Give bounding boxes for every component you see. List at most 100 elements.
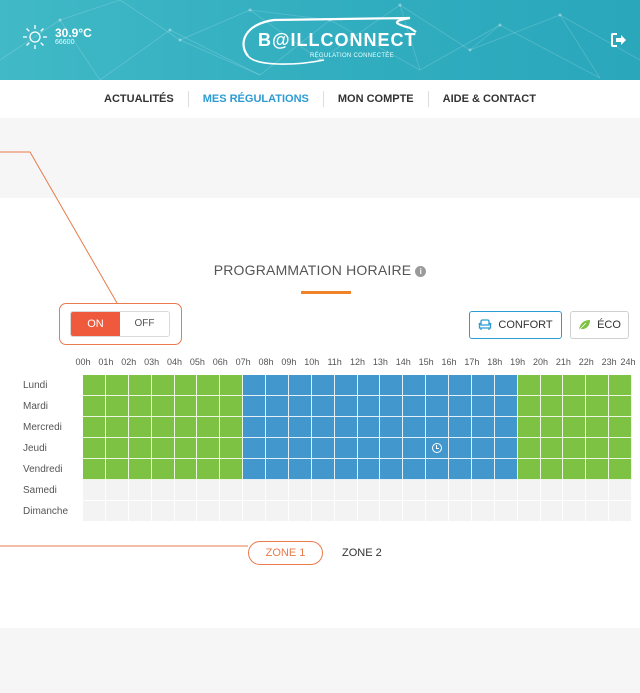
schedule-cell[interactable] — [334, 480, 358, 501]
schedule-cell[interactable] — [266, 480, 289, 501]
schedule-cell[interactable] — [403, 396, 427, 417]
schedule-cell[interactable] — [609, 501, 632, 522]
schedule-cell[interactable] — [471, 396, 495, 417]
schedule-cell[interactable] — [105, 480, 129, 501]
schedule-cell[interactable] — [174, 396, 198, 417]
schedule-cell[interactable] — [540, 396, 564, 417]
schedule-cell[interactable] — [83, 396, 106, 417]
schedule-cell[interactable] — [449, 417, 472, 438]
schedule-cell[interactable] — [586, 438, 610, 459]
schedule-cell[interactable] — [288, 438, 312, 459]
schedule-cell[interactable] — [266, 459, 289, 480]
schedule-cell[interactable] — [517, 438, 541, 459]
schedule-cell[interactable] — [380, 459, 404, 480]
schedule-grid[interactable] — [83, 375, 632, 522]
schedule-cell[interactable] — [151, 438, 175, 459]
nav-item-mon-compte[interactable]: MON COMPTE — [324, 93, 428, 105]
schedule-cell[interactable] — [174, 438, 198, 459]
schedule-cell[interactable] — [288, 396, 312, 417]
schedule-cell[interactable] — [449, 480, 472, 501]
schedule-cell[interactable] — [609, 438, 632, 459]
schedule-cell[interactable] — [357, 417, 381, 438]
schedule-cell[interactable] — [380, 417, 404, 438]
schedule-cell[interactable] — [426, 480, 449, 501]
schedule-cell[interactable] — [174, 417, 198, 438]
schedule-cell[interactable] — [151, 417, 175, 438]
schedule-cell[interactable] — [540, 417, 564, 438]
schedule-cell[interactable] — [426, 396, 449, 417]
schedule-cell[interactable] — [288, 501, 312, 522]
schedule-cell[interactable] — [288, 417, 312, 438]
schedule-cell[interactable] — [449, 396, 472, 417]
schedule-cell[interactable] — [83, 375, 106, 396]
schedule-cell[interactable] — [540, 459, 564, 480]
schedule-cell[interactable] — [243, 438, 266, 459]
schedule-cell[interactable] — [197, 459, 221, 480]
tab-zone-1[interactable]: ZONE 1 — [248, 541, 323, 565]
schedule-cell[interactable] — [105, 438, 129, 459]
schedule-cell[interactable] — [357, 480, 381, 501]
schedule-cell[interactable] — [128, 396, 152, 417]
schedule-cell[interactable] — [540, 375, 564, 396]
schedule-cell[interactable] — [220, 480, 244, 501]
schedule-cell[interactable] — [83, 417, 106, 438]
schedule-cell[interactable] — [243, 459, 266, 480]
schedule-cell[interactable] — [334, 396, 358, 417]
schedule-cell[interactable] — [563, 480, 587, 501]
schedule-cell[interactable] — [174, 459, 198, 480]
schedule-cell[interactable] — [128, 438, 152, 459]
schedule-cell[interactable] — [151, 480, 175, 501]
schedule-cell[interactable] — [517, 459, 541, 480]
nav-item-actualites[interactable]: ACTUALITÉS — [90, 93, 188, 105]
schedule-cell[interactable] — [563, 501, 587, 522]
schedule-cell[interactable] — [380, 375, 404, 396]
schedule-cell[interactable] — [403, 417, 427, 438]
schedule-cell[interactable] — [83, 438, 106, 459]
schedule-cell[interactable] — [449, 438, 472, 459]
schedule-cell[interactable] — [83, 459, 106, 480]
schedule-cell[interactable] — [220, 438, 244, 459]
schedule-cell[interactable] — [334, 438, 358, 459]
schedule-cell[interactable] — [426, 438, 449, 459]
schedule-cell[interactable] — [609, 459, 632, 480]
schedule-cell[interactable] — [105, 375, 129, 396]
schedule-cell[interactable] — [266, 396, 289, 417]
schedule-cell[interactable] — [426, 459, 449, 480]
schedule-cell[interactable] — [586, 417, 610, 438]
schedule-cell[interactable] — [151, 375, 175, 396]
schedule-cell[interactable] — [197, 375, 221, 396]
schedule-cell[interactable] — [403, 480, 427, 501]
schedule-cell[interactable] — [311, 480, 335, 501]
schedule-cell[interactable] — [174, 375, 198, 396]
confort-mode-button[interactable]: CONFORT — [469, 311, 562, 339]
schedule-cell[interactable] — [334, 501, 358, 522]
schedule-cell[interactable] — [83, 480, 106, 501]
schedule-cell[interactable] — [83, 501, 106, 522]
schedule-cell[interactable] — [151, 396, 175, 417]
schedule-cell[interactable] — [220, 375, 244, 396]
schedule-cell[interactable] — [449, 459, 472, 480]
schedule-cell[interactable] — [357, 459, 381, 480]
schedule-cell[interactable] — [334, 417, 358, 438]
schedule-cell[interactable] — [220, 396, 244, 417]
schedule-cell[interactable] — [105, 396, 129, 417]
schedule-cell[interactable] — [288, 459, 312, 480]
schedule-cell[interactable] — [128, 459, 152, 480]
schedule-cell[interactable] — [357, 375, 381, 396]
schedule-cell[interactable] — [563, 459, 587, 480]
schedule-cell[interactable] — [357, 396, 381, 417]
schedule-cell[interactable] — [517, 501, 541, 522]
schedule-cell[interactable] — [243, 480, 266, 501]
schedule-cell[interactable] — [220, 459, 244, 480]
schedule-cell[interactable] — [426, 375, 449, 396]
schedule-cell[interactable] — [494, 375, 518, 396]
schedule-cell[interactable] — [586, 480, 610, 501]
schedule-cell[interactable] — [197, 417, 221, 438]
schedule-cell[interactable] — [311, 417, 335, 438]
on-off-toggle[interactable]: ON OFF — [70, 311, 170, 337]
schedule-cell[interactable] — [609, 480, 632, 501]
schedule-cell[interactable] — [220, 501, 244, 522]
schedule-cell[interactable] — [105, 459, 129, 480]
schedule-cell[interactable] — [266, 375, 289, 396]
schedule-cell[interactable] — [266, 501, 289, 522]
